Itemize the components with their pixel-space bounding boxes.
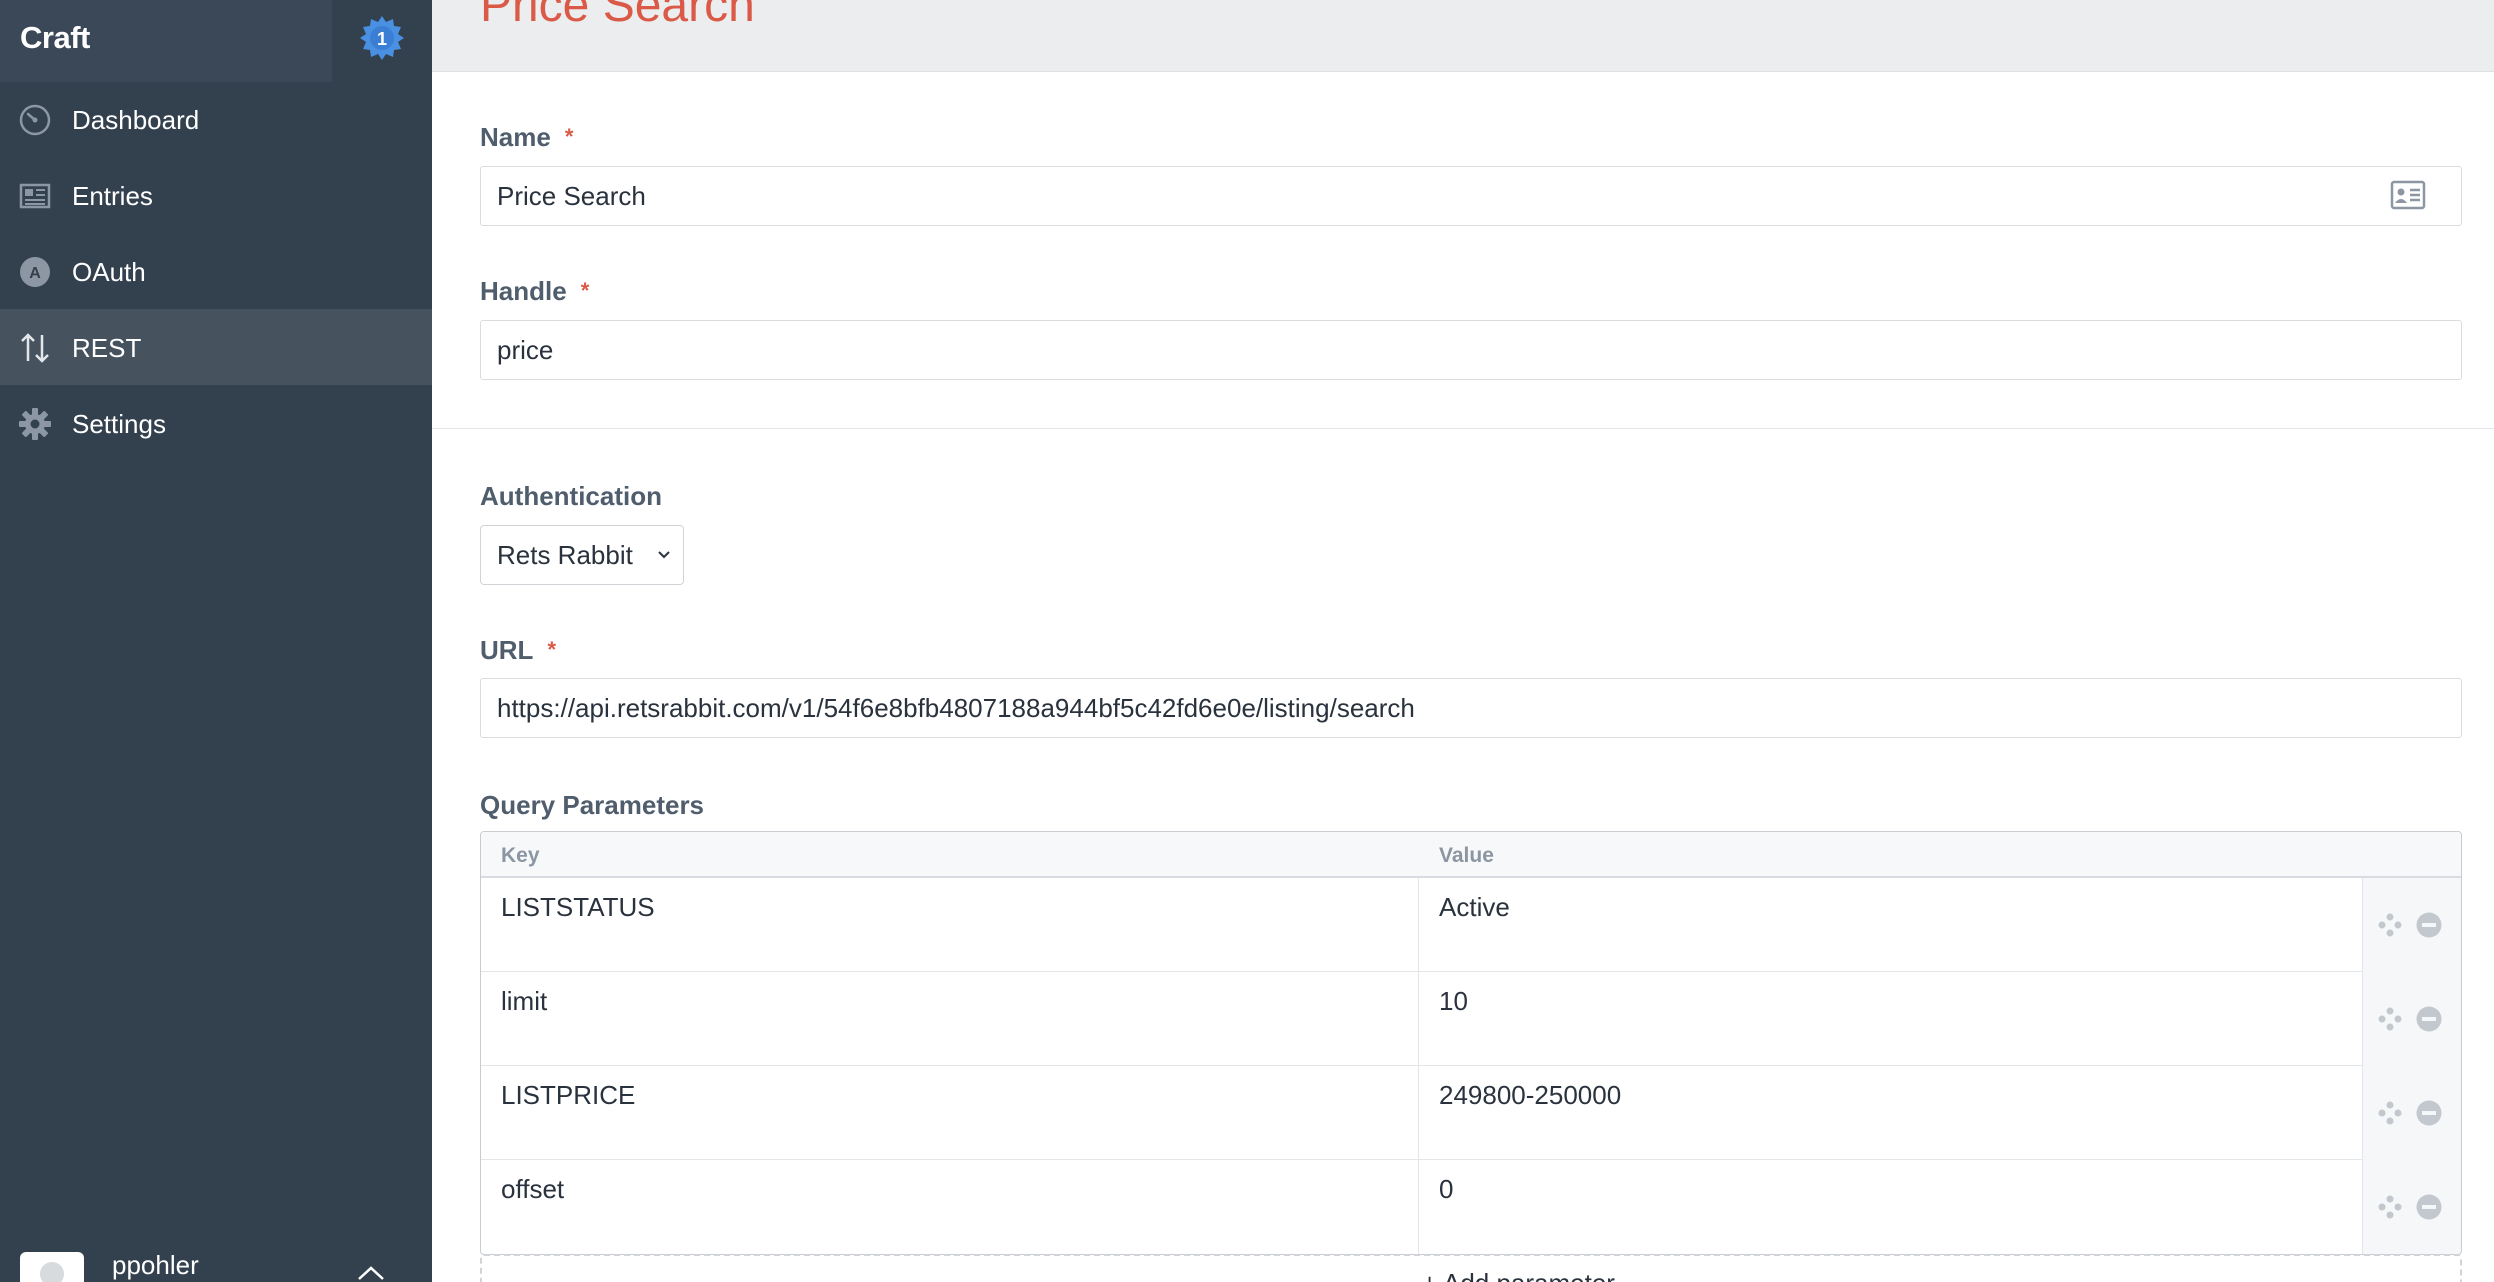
delete-row-icon[interactable] [2415,1099,2443,1127]
table-header: Key Value [481,832,2461,878]
add-parameter-button[interactable]: + Add parameter [480,1254,2462,1282]
section-divider [432,428,2494,429]
table-row: limit 10 [481,972,2461,1066]
key-cell[interactable]: LISTSTATUS [481,878,1419,972]
handle-label: Handle * [480,276,589,307]
delete-row-icon[interactable] [2415,911,2443,939]
query-parameters-label: Query Parameters [480,790,705,820]
value-text: 0 [1439,1174,1454,1204]
notification-badge[interactable]: 1 [358,14,406,62]
column-header-key: Key [501,844,540,867]
required-mark: * [580,278,590,303]
sidebar-nav: Dashboard Entries A OAuth REST Settings [0,81,432,461]
row-actions [2363,1066,2461,1160]
column-header-value: Value [1439,844,1494,867]
move-handle-icon[interactable] [2377,1006,2403,1032]
table-row: LISTPRICE 249800-250000 [481,1066,2461,1160]
sidebar-item-settings[interactable]: Settings [0,385,432,461]
table-row: offset 0 [481,1160,2461,1254]
row-actions [2363,972,2461,1066]
key-cell[interactable]: limit [481,972,1419,1066]
page-title: Price Search [480,0,755,32]
chevron-up-icon [358,1266,384,1280]
sidebar-item-dashboard[interactable]: Dashboard [0,81,432,157]
key-text: LISTPRICE [501,1080,636,1110]
query-parameters-table: Key Value LISTSTATUS Active limit 10 LIS… [480,831,2462,1255]
starburst-badge-icon: 1 [360,16,404,60]
value-text: 10 [1439,986,1468,1016]
handle-label-text: Handle [480,276,567,306]
row-actions [2363,878,2461,972]
sidebar-item-label: OAuth [72,257,146,287]
svg-text:A: A [29,265,41,282]
name-label: Name * [480,122,573,153]
contact-card-icon [2390,180,2426,210]
value-cell[interactable]: Active [1419,878,2363,972]
sidebar-item-label: Settings [72,409,166,439]
value-cell[interactable]: 249800-250000 [1419,1066,2363,1160]
oauth-icon: A [20,257,50,287]
delete-row-icon[interactable] [2415,1005,2443,1033]
move-handle-icon[interactable] [2377,1100,2403,1126]
gear-icon [19,408,51,440]
authentication-label: Authentication [480,481,662,511]
url-label: URL * [480,635,556,666]
url-label-text: URL [480,635,534,665]
user-menu[interactable]: ppohler [0,1240,432,1282]
key-text: LISTSTATUS [501,892,655,922]
key-text: limit [501,986,548,1016]
username: ppohler [112,1250,199,1280]
sidebar-item-oauth[interactable]: A OAuth [0,233,432,309]
value-cell[interactable]: 10 [1419,972,2363,1066]
key-text: offset [501,1174,565,1204]
required-mark: * [547,637,556,662]
sidebar-item-entries[interactable]: Entries [0,157,432,233]
site-name: Craft [20,20,90,55]
sidebar-item-label: Dashboard [72,105,200,135]
chevron-down-icon [658,551,670,559]
key-cell[interactable]: offset [481,1160,1419,1254]
sidebar-item-label: Entries [72,181,153,211]
value-text: Active [1439,892,1510,922]
name-input[interactable] [480,166,2462,226]
site-name-link[interactable]: Craft [0,0,332,82]
table-row: LISTSTATUS Active [481,878,2461,972]
avatar [20,1252,84,1282]
sidebar-item-rest[interactable]: REST [0,309,432,385]
url-input[interactable] [480,678,2462,738]
badge-count: 1 [377,29,387,49]
add-parameter-label: + Add parameter [1422,1268,1615,1282]
sidebar-header: Craft 1 [0,0,432,82]
value-text: 249800-250000 [1439,1080,1622,1110]
required-mark: * [564,124,574,149]
arrows-updown-icon [21,333,49,363]
key-cell[interactable]: LISTPRICE [481,1066,1419,1160]
main-content: Price Search Name * Handle * Authenticatio… [432,0,2494,1282]
authentication-selected-value: Rets Rabbit [497,540,633,570]
delete-row-icon[interactable] [2415,1193,2443,1221]
newspaper-icon [19,183,51,209]
sidebar: Craft 1 Dashboard Entries A OAuth REST S… [0,0,432,1282]
row-actions [2363,1160,2461,1254]
move-handle-icon[interactable] [2377,912,2403,938]
page-header: Price Search [432,0,2494,72]
name-label-text: Name [480,122,551,152]
authentication-select[interactable]: Rets Rabbit [480,525,684,585]
value-cell[interactable]: 0 [1419,1160,2363,1254]
sidebar-item-label: REST [72,333,142,363]
move-handle-icon[interactable] [2377,1194,2403,1220]
handle-input[interactable] [480,320,2462,380]
gauge-icon [19,104,51,136]
